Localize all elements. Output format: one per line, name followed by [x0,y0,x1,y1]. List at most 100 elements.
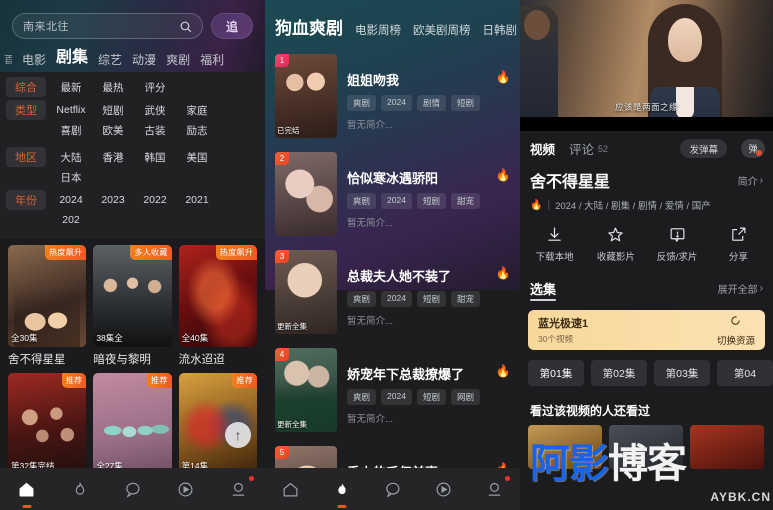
switch-source-button[interactable]: 切换资源 [717,313,755,347]
filter-option[interactable]: 韩国 [134,147,176,167]
tab-video[interactable]: 视频 [530,139,555,158]
list-item[interactable]: 4 更新全集 娇宠年下总裁撩爆了 爽剧 2024 短剧 网剧 暂无简介... 🔥 [275,342,510,440]
search-row: 南来北往 追 [0,0,265,42]
filter-key-sort[interactable]: 综合 [6,77,46,97]
nav-active-indicator [22,505,31,508]
filter-option[interactable]: 2023 [92,190,134,210]
switch-source-label: 切换资源 [716,336,755,347]
filter-option[interactable]: 香港 [92,147,134,167]
title-row: 舍不得星星 简介 › [520,164,773,192]
chase-button[interactable]: 追 [211,13,253,39]
filter-option[interactable]: 美国 [176,147,218,167]
nav-chat[interactable] [114,474,152,504]
download-label: 下载本地 [535,252,574,263]
list-item[interactable]: 2 恰似寒冰遇骄阳 爽剧 2024 短剧 甜宠 暂无简介... 🔥 [275,146,510,244]
favorite-label: 收藏影片 [596,252,635,263]
thumb-status-tag: 已完结 [277,126,300,135]
list-item[interactable]: 3 更新全集 总裁夫人她不装了 爽剧 2024 短剧 甜宠 暂无简介... 🔥 [275,244,510,342]
poster[interactable]: 推荐 全27集 [93,373,172,475]
tab-benefits[interactable]: 福利 [200,54,224,66]
filter-option[interactable]: 评分 [134,77,176,97]
episode-button[interactable]: 第04 [717,360,773,386]
flame-icon: 🔥 [495,70,511,84]
item-description: 暂无简介... [347,218,393,229]
profile-badge-dot [504,476,510,481]
send-danmaku-button[interactable]: 发弹幕 [680,139,727,158]
filter-option[interactable]: 欧美 [92,120,134,140]
episode-button[interactable]: 第03集 [654,360,710,386]
episode-button[interactable]: 第01集 [528,360,584,386]
nav-home[interactable] [8,474,46,508]
related-card[interactable] [609,425,683,469]
video-meta: 2024 / 大陆 / 剧集 / 剧情 / 爱情 / 国产 [555,201,711,212]
filter-key-year[interactable]: 年份 [6,190,46,210]
content-card[interactable]: 热度飙升 全40集 流水迢迢 [178,245,257,367]
nav-chat[interactable] [374,474,412,504]
tab-shuangju[interactable]: 爽剧 [166,54,190,66]
nav-hot[interactable] [323,474,361,508]
filter-option[interactable]: 短剧 [92,100,134,120]
poster[interactable]: 热度飙升 全40集 [178,245,257,347]
danmaku-toggle-button[interactable]: 弹 [741,139,765,158]
favorite-button[interactable]: 收藏影片 [585,226,646,263]
expand-all-button[interactable]: 展开全部 › [718,281,763,296]
nav-play[interactable] [167,474,205,504]
item-description: 暂无简介... [347,120,393,131]
filter-option[interactable]: 大陆 [50,147,92,167]
item-thumbnail[interactable]: 1 已完结 [275,54,337,138]
nav-active-indicator [337,505,346,508]
related-card[interactable] [528,425,602,469]
filter-option[interactable]: 最热 [92,77,134,97]
ranking-tab-western-weekly[interactable]: 欧美剧周榜 [413,22,471,38]
download-button[interactable]: 下载本地 [524,226,585,263]
item-thumbnail[interactable]: 4 更新全集 [275,348,337,432]
tab-movies[interactable]: 电影 [22,54,46,66]
filter-option[interactable]: 2022 [134,190,176,210]
tab-comments[interactable]: 评论 [569,139,594,158]
filter-option[interactable]: 古装 [134,120,176,140]
nav-home[interactable] [272,474,310,504]
filter-option[interactable]: 励志 [176,120,218,140]
filter-option[interactable]: 剧情 [50,140,92,144]
source-selector[interactable]: 蓝光极速1 30个视频 切换资源 [528,310,765,350]
filter-option[interactable]: 2024 [50,190,92,210]
content-card[interactable]: 多人收藏 38集全 暗夜与黎明 [93,245,172,367]
tab-series[interactable]: 剧集 [56,50,88,66]
list-item[interactable]: 1 已完结 姐姐吻我 爽剧 2024 剧情 短剧 暂无简介... 🔥 [275,48,510,146]
item-thumbnail[interactable]: 3 更新全集 [275,250,337,334]
ranking-tab-movie-weekly[interactable]: 电影周榜 [355,22,401,38]
filter-option[interactable]: Netflix [50,100,92,120]
filter-option[interactable]: 2021 [176,190,218,210]
filter-key-genre[interactable]: 类型 [6,100,46,120]
filter-key-region[interactable]: 地区 [6,147,46,167]
feedback-button[interactable]: 反馈/求片 [647,226,708,263]
tab-variety[interactable]: 综艺 [98,54,122,66]
item-thumbnail[interactable]: 2 [275,152,337,236]
filter-option[interactable]: 最新 [50,77,92,97]
ranking-tab-jp-kr[interactable]: 日韩剧 [483,22,518,38]
search-input[interactable]: 南来北往 [12,13,203,39]
filter-option[interactable]: 日本 [50,167,92,187]
tab-home[interactable]: 首 [4,55,12,66]
filter-option[interactable]: 战争 [92,140,134,144]
poster[interactable]: 多人收藏 38集全 [93,245,172,347]
filter-option[interactable]: 武侠 [134,100,176,120]
brief-link[interactable]: 简介 › [738,173,763,188]
related-card[interactable] [690,425,764,469]
search-icon[interactable] [179,20,192,33]
episode-button[interactable]: 第02集 [591,360,647,386]
filter-option[interactable]: 202 [50,210,92,230]
share-button[interactable]: 分享 [708,226,769,263]
content-card[interactable]: 热度飙升 全30集 舍不得星星 [8,245,87,367]
nav-play[interactable] [425,474,463,504]
nav-hot[interactable] [61,474,99,504]
poster[interactable]: 推荐 第32集完结 [8,373,87,475]
scroll-to-top-button[interactable]: ↑ [225,422,251,448]
tab-anime[interactable]: 动漫 [132,54,156,66]
poster[interactable]: 热度飙升 全30集 [8,245,87,347]
nav-profile[interactable] [476,474,514,504]
filter-option[interactable]: 喜剧 [50,120,92,140]
video-player[interactable]: 应该是两面之缘 [520,0,773,131]
nav-profile[interactable] [220,474,258,504]
filter-option[interactable]: 家庭 [176,100,218,120]
